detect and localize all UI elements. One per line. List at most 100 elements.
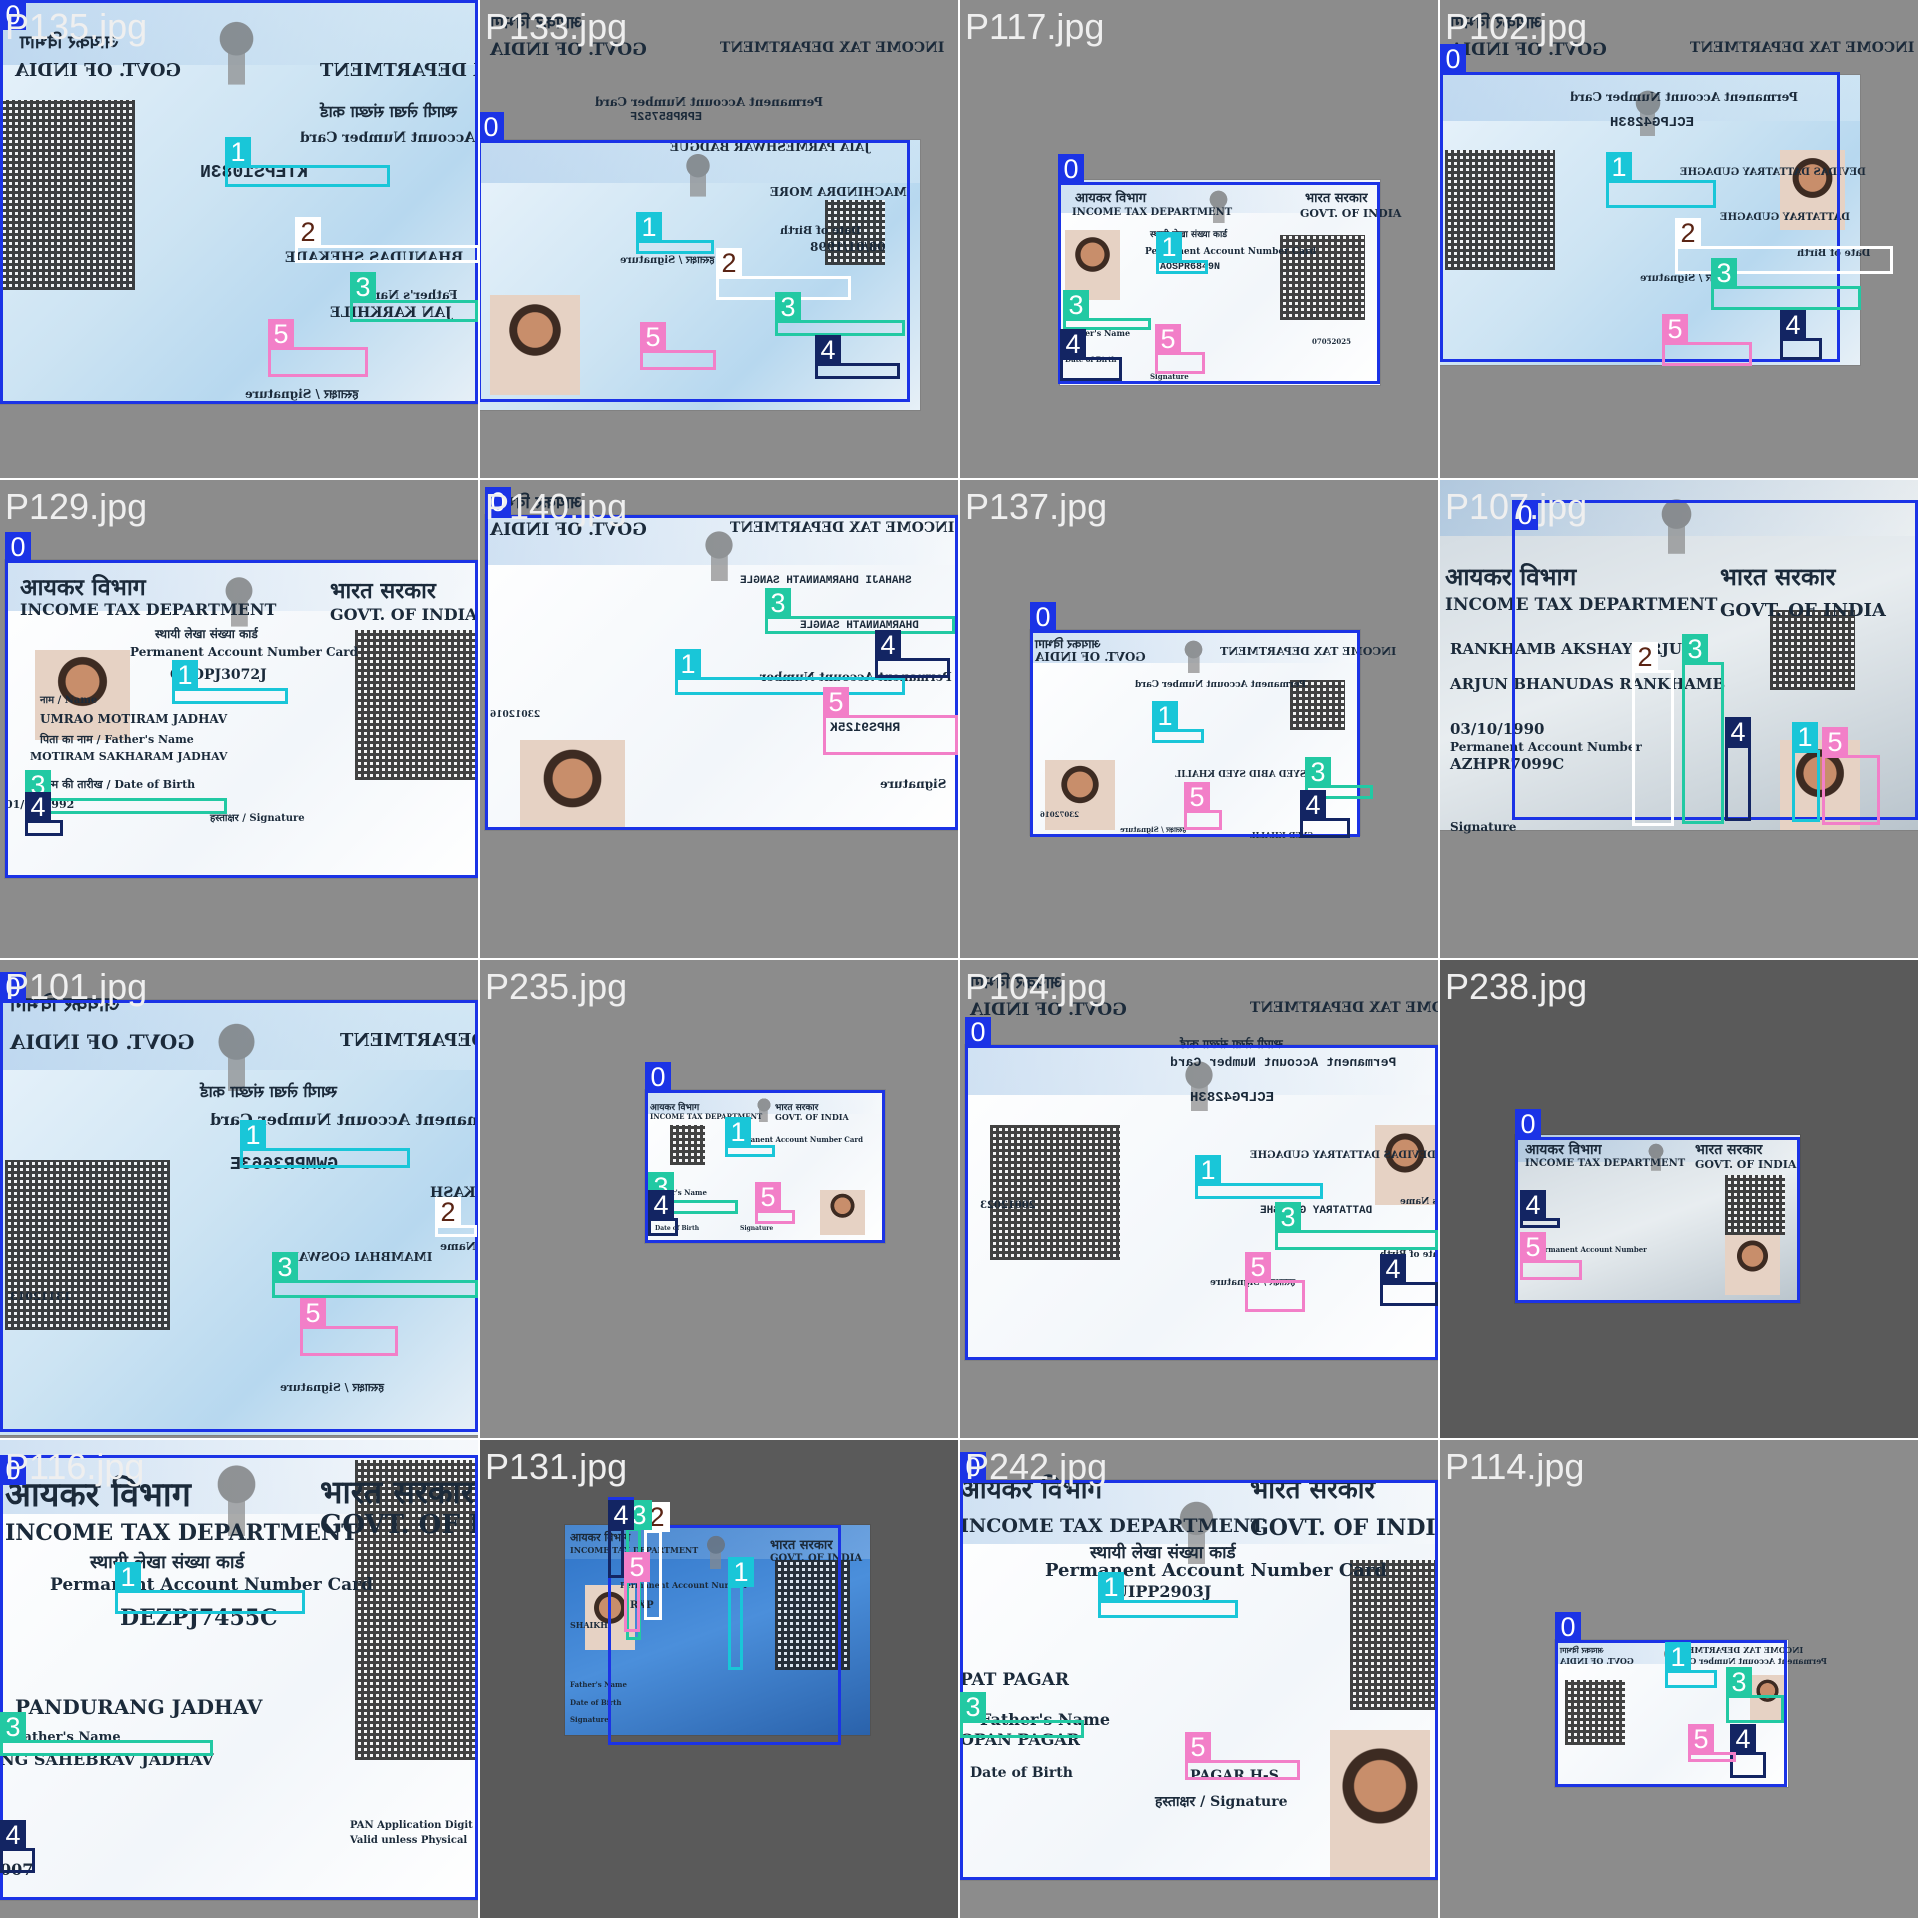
class-label: 1	[1792, 722, 1818, 752]
class-label: 4	[1520, 1190, 1546, 1220]
class-label: 0	[1555, 1612, 1581, 1642]
class-label: 3	[1305, 757, 1331, 787]
image-tile: आयकर विभाग INCOME TAX DEPARTMENT भारत सरका…	[1440, 480, 1918, 958]
signature-field-box: 5	[624, 1552, 650, 1632]
card-text: आयकर विभाग	[1450, 13, 1543, 33]
signature-field-box: 5	[300, 1298, 398, 1356]
father-name-field-box: 3	[1275, 1202, 1438, 1250]
image-tile: आयकर विभाग INCOME TAX DEPARTMENT भारत सरका…	[480, 1440, 958, 1918]
card-region-box: 0	[965, 1017, 1438, 1360]
class-label: 3	[1711, 258, 1737, 288]
class-label: 4	[1380, 1254, 1406, 1284]
image-tile: आयकर विभागGOVT. OF INDIAINCOME TAX DEPAR…	[0, 960, 478, 1438]
card-region-box: 0	[1058, 154, 1380, 384]
class-label: 4	[648, 1190, 674, 1220]
card-text: Permanent Account Number Card	[595, 95, 823, 109]
date-of-birth-field-box: 4	[875, 630, 950, 678]
name-field-box: 2	[295, 217, 478, 263]
signature-field-box: 5	[1822, 727, 1880, 825]
class-label: 2	[295, 217, 321, 247]
class-label: 0	[0, 1455, 26, 1485]
class-label: 3	[0, 1712, 26, 1742]
father-name-field-box: 3	[1711, 258, 1861, 310]
pan-number-field-box: 1	[1606, 152, 1716, 208]
image-tile: आयकर विभाग INCOME TAX DEPARTMENT भारत सरका…	[0, 1440, 478, 1918]
class-label: 0	[1030, 602, 1056, 632]
father-name-field-box: 3	[1682, 634, 1724, 824]
class-label: 5	[1184, 782, 1210, 812]
father-name-field-box: 3	[960, 1692, 1084, 1738]
card-text: GOVT. OF INDIA	[490, 40, 647, 60]
class-label: 1	[1195, 1155, 1221, 1185]
class-label: 5	[1245, 1252, 1271, 1282]
image-tile: आयकर विभाग INCOME TAX DEPARTMENT भारत सरका…	[960, 0, 1438, 478]
image-tile: आयकर विभागGOVT. OF INDIAINCOME TAX DEPAR…	[480, 480, 958, 958]
class-label: 1	[636, 212, 662, 242]
card-text: INCOME TAX DEPARTMENT	[720, 40, 945, 56]
card-region-box: 0	[0, 972, 478, 1432]
class-label: 1	[172, 660, 198, 690]
class-label: 3	[272, 1252, 298, 1282]
class-label: 5	[755, 1182, 781, 1212]
pan-number-field-box: 1	[225, 137, 390, 187]
image-filename: P137.jpg	[965, 486, 1108, 527]
signature-field-box: 5	[1184, 782, 1222, 830]
name-field-box: 2	[435, 1197, 477, 1237]
class-label: 5	[1662, 314, 1688, 344]
signature-field-box: 5	[823, 687, 958, 755]
image-tile: आयकर विभागGOVT. OF INDIAINCOME TAX DEPAR…	[0, 0, 478, 478]
class-label: 0	[1515, 1109, 1541, 1139]
class-label: 1	[1098, 1572, 1124, 1602]
class-label: 0	[0, 972, 26, 1002]
class-label: 3	[350, 272, 376, 302]
date-of-birth-field-box: 4	[25, 792, 63, 836]
class-label: 0	[480, 112, 504, 142]
class-label: 3	[765, 588, 791, 618]
card-text: INCOME TAX DEPARTMENT	[1690, 40, 1915, 56]
pan-number-field-box: 1	[240, 1120, 410, 1168]
card-text: INCOME TAX DEPARTMENT	[1250, 1000, 1438, 1016]
class-label: 5	[300, 1298, 326, 1328]
card-text: Signature	[1450, 820, 1517, 834]
class-label: 1	[675, 649, 701, 679]
class-label: 5	[1155, 324, 1181, 354]
card-region-box: 0	[0, 1455, 478, 1900]
class-label: 4	[1730, 1724, 1756, 1754]
image-tile: आयकर विभाग INCOME TAX DEPARTMENT भारत सरका…	[1440, 960, 1918, 1438]
card-text: EPRPB5752F	[630, 110, 703, 124]
image-tile: आयकर विभागGOVT. OF INDIAINCOME TAX DEPAR…	[960, 480, 1438, 958]
class-label: 0	[1440, 44, 1466, 74]
class-label: 0	[1512, 500, 1538, 530]
class-label: 0	[965, 1017, 991, 1047]
signature-field-box: 5	[1185, 1732, 1300, 1780]
name-field-box: 2	[1632, 642, 1674, 826]
father-name-field-box: 3	[1726, 1667, 1784, 1723]
image-filename: P238.jpg	[1445, 966, 1588, 1007]
date-of-birth-field-box: 4	[1300, 790, 1350, 838]
image-tile: आयकर विभाग INCOME TAX DEPARTMENT भारत सरका…	[960, 1440, 1438, 1918]
date-of-birth-field-box: 4	[1380, 1254, 1438, 1306]
father-name-field-box: 3	[0, 1712, 213, 1756]
date-of-birth-field-box: 4	[608, 1500, 634, 1578]
signature-field-box: 5	[1662, 314, 1752, 366]
class-label: 1	[725, 1117, 751, 1147]
class-label: 1	[1152, 701, 1178, 731]
signature-field-box: 5	[268, 319, 368, 377]
date-of-birth-field-box: 4	[1725, 717, 1751, 821]
pan-number-field-box: 1	[1195, 1155, 1323, 1199]
image-tile: आयकर विभाग INCOME TAX DEPARTMENT भारत सरका…	[480, 960, 958, 1438]
class-label: 2	[1675, 218, 1701, 248]
class-label: 5	[1520, 1232, 1546, 1262]
class-label: 4	[1300, 790, 1326, 820]
pan-number-field-box: 1	[1098, 1572, 1238, 1618]
class-label: 5	[624, 1552, 650, 1582]
date-of-birth-field-box: 4	[1060, 329, 1122, 381]
class-label: 3	[775, 292, 801, 322]
image-tile: आयकर विभाग INCOME TAX DEPARTMENT भारत सरका…	[0, 480, 478, 958]
class-label: 1	[115, 1562, 141, 1592]
father-name-field-box: 3	[775, 292, 905, 336]
class-label: 5	[1185, 1732, 1211, 1762]
class-label: 5	[640, 322, 666, 352]
class-label: 3	[1063, 290, 1089, 320]
class-label: 3	[1726, 1667, 1752, 1697]
